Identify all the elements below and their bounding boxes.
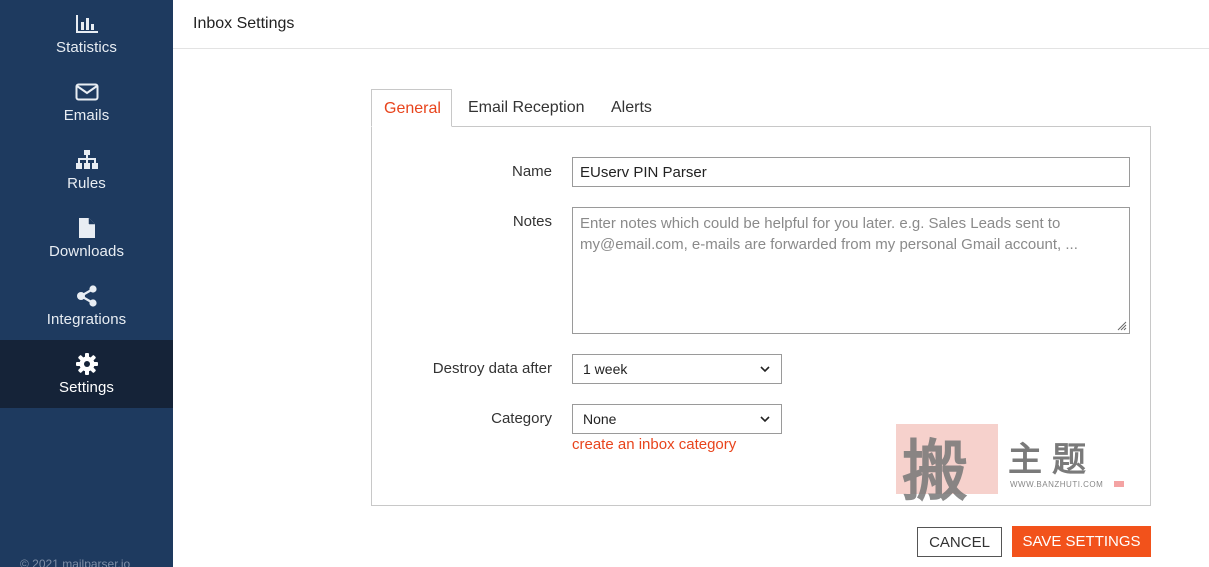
copyright-footer: © 2021 mailparser.io [20, 557, 131, 567]
save-settings-button[interactable]: SAVE SETTINGS [1012, 526, 1151, 557]
sidebar-item-downloads[interactable]: Downloads [0, 204, 173, 272]
sidebar-item-rules[interactable]: Rules [0, 136, 173, 204]
sidebar-item-emails[interactable]: Emails [0, 68, 173, 136]
envelope-icon [75, 81, 99, 103]
sidebar-item-statistics[interactable]: Statistics [0, 0, 173, 68]
sidebar-item-label: Emails [63, 107, 110, 124]
name-field[interactable] [572, 157, 1130, 187]
gear-icon [75, 353, 98, 375]
share-icon [76, 285, 98, 307]
watermark-url: WWW.BANZHUTI.COM [1010, 480, 1104, 489]
tab-alerts[interactable]: Alerts [611, 89, 652, 127]
watermark-glyph: 搬 [902, 432, 968, 510]
page-header: Inbox Settings [173, 0, 1209, 49]
destroy-data-value: 1 week [583, 361, 628, 377]
bar-chart-icon [75, 13, 99, 35]
sitemap-icon [75, 149, 99, 171]
chevron-down-icon [760, 366, 770, 373]
watermark-tag [1114, 481, 1124, 487]
sidebar-item-label: Rules [67, 175, 106, 192]
sidebar-item-label: Downloads [48, 243, 125, 260]
name-label: Name [511, 163, 552, 180]
tab-email-reception[interactable]: Email Reception [468, 89, 585, 127]
cancel-button[interactable]: CANCEL [917, 527, 1002, 557]
file-icon [78, 217, 96, 239]
sidebar-item-settings[interactable]: Settings [0, 340, 173, 408]
sidebar-item-label: Settings [59, 379, 114, 396]
sidebar-item-label: Statistics [55, 39, 117, 56]
destroy-data-label: Destroy data after [432, 360, 552, 377]
resize-grip-icon[interactable] [1115, 319, 1127, 331]
sidebar: Statistics Emails Rules Downloads Integr… [0, 0, 173, 567]
create-category-link[interactable]: create an inbox category [572, 436, 736, 453]
category-select[interactable]: None [572, 404, 782, 434]
page-title: Inbox Settings [193, 15, 295, 32]
category-value: None [583, 411, 617, 427]
settings-tabs: General Email Reception Alerts [371, 89, 1151, 127]
category-label: Category [491, 410, 552, 427]
chevron-down-icon [760, 416, 770, 423]
destroy-data-select[interactable]: 1 week [572, 354, 782, 384]
watermark-logo: 搬 主题 WWW.BANZHUTI.COM [896, 424, 1126, 510]
notes-label: Notes [512, 213, 552, 230]
sidebar-item-integrations[interactable]: Integrations [0, 272, 173, 340]
notes-textarea[interactable] [572, 207, 1130, 334]
sidebar-item-label: Integrations [46, 311, 127, 328]
tab-general[interactable]: General [371, 89, 452, 127]
watermark-word: 主题 [1008, 440, 1096, 480]
